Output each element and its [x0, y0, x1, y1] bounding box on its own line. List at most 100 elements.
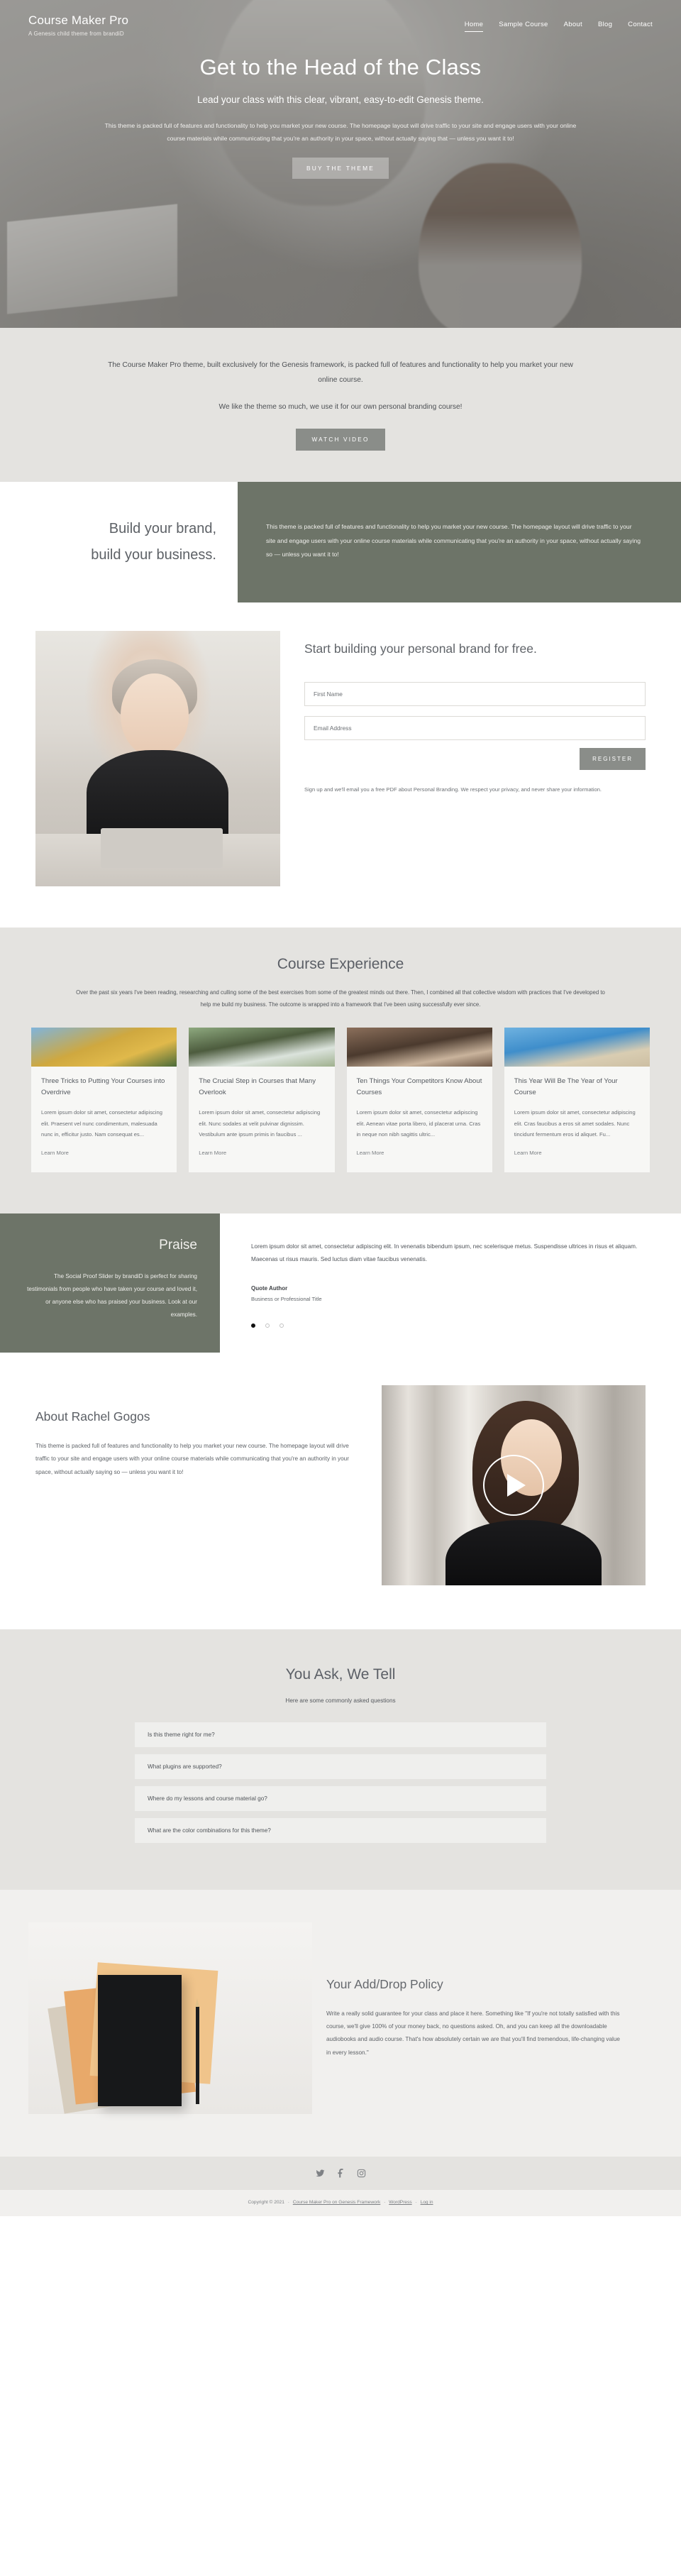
about-text-panel: About Rachel Gogos This theme is packed …: [35, 1385, 358, 1479]
brand-split-heading-panel: Build your brand, build your business.: [0, 482, 238, 602]
optin-form: Start building your personal brand for f…: [304, 631, 646, 886]
instagram-icon[interactable]: [356, 2168, 367, 2179]
copyright-bar: Copyright © 2021 · Course Maker Pro on G…: [0, 2189, 681, 2216]
brand-split-heading-line-one: Build your brand,: [109, 521, 216, 537]
faq-item[interactable]: What plugins are supported?: [135, 1754, 546, 1779]
policy-text-panel: Your Add/Drop Policy Write a really soli…: [326, 1977, 653, 2060]
course-card[interactable]: The Crucial Step in Courses that Many Ov…: [189, 1027, 335, 1172]
course-card-learn-more-link[interactable]: Learn More: [199, 1150, 226, 1156]
course-card-excerpt: Lorem ipsum dolor sit amet, consectetur …: [199, 1109, 321, 1138]
nav-item-blog[interactable]: Blog: [598, 21, 612, 32]
course-card-excerpt: Lorem ipsum dolor sit amet, consectetur …: [514, 1109, 636, 1138]
buy-the-theme-button[interactable]: BUY THE THEME: [292, 158, 389, 180]
faq-item[interactable]: What are the color combinations for this…: [135, 1817, 546, 1843]
policy-photo-notebook: [98, 1974, 182, 2106]
optin-photo-head: [121, 673, 189, 758]
nav-item-home[interactable]: Home: [464, 21, 484, 32]
course-card[interactable]: This Year Will Be The Year of Your Cours…: [504, 1027, 650, 1172]
optin-photo-laptop: [101, 828, 223, 869]
praise-heading: Praise: [159, 1237, 197, 1253]
main-navigation: Home Sample Course About Blog Contact: [464, 13, 653, 32]
hero-body-text: This theme is packed full of features an…: [104, 122, 577, 143]
course-card-body: Ten Things Your Competitors Know About C…: [347, 1067, 492, 1172]
play-icon[interactable]: [483, 1454, 544, 1516]
copyright-prefix: Copyright © 2021: [248, 2199, 284, 2205]
email-input[interactable]: [304, 715, 646, 740]
course-card-title: Ten Things Your Competitors Know About C…: [356, 1077, 482, 1096]
faq-item[interactable]: Is this theme right for me?: [135, 1722, 546, 1747]
policy-photo-pencil: [195, 1998, 199, 2104]
play-triangle-icon: [507, 1473, 526, 1497]
watch-video-button[interactable]: WATCH VIDEO: [296, 429, 385, 451]
optin-note: Sign up and we'll email you a free PDF a…: [304, 786, 602, 793]
intro-paragraph-two: We like the theme so much, we use it for…: [218, 402, 463, 411]
about-body: This theme is packed full of features an…: [35, 1442, 349, 1475]
brand-split-body-panel: This theme is packed full of features an…: [238, 482, 681, 603]
hero-subtitle: Lead your class with this clear, vibrant…: [197, 94, 484, 106]
about-video-thumbnail[interactable]: [382, 1385, 646, 1585]
course-card-excerpt: Lorem ipsum dolor sit amet, consectetur …: [41, 1109, 162, 1138]
nav-item-contact[interactable]: Contact: [628, 21, 653, 32]
nav-item-about[interactable]: About: [564, 21, 582, 32]
course-card-learn-more-link[interactable]: Learn More: [41, 1150, 69, 1156]
course-card-image: [31, 1027, 177, 1067]
policy-photo: [28, 1922, 312, 2114]
slider-dot-2[interactable]: [265, 1323, 270, 1328]
copyright-separator-three: ·: [415, 2199, 417, 2205]
copyright-wordpress-link[interactable]: WordPress: [389, 2200, 412, 2205]
faq-section: You Ask, We Tell Here are some commonly …: [0, 1629, 681, 1890]
course-card-learn-more-link[interactable]: Learn More: [357, 1150, 384, 1156]
register-row: REGISTER: [304, 747, 646, 770]
faq-item[interactable]: Where do my lessons and course material …: [135, 1785, 546, 1811]
course-experience-intro: Over the past six years I've been readin…: [76, 989, 605, 1008]
course-card-title: Three Tricks to Putting Your Courses int…: [41, 1077, 165, 1096]
social-links-bar: [0, 2156, 681, 2190]
intro-paragraph-one: The Course Maker Pro theme, built exclus…: [108, 361, 573, 385]
brand-split-heading: Build your brand, build your business.: [35, 516, 216, 568]
course-card-title: The Crucial Step in Courses that Many Ov…: [199, 1077, 316, 1096]
about-video-person-body: [445, 1519, 602, 1585]
faq-heading: You Ask, We Tell: [285, 1666, 396, 1683]
twitter-icon[interactable]: [315, 2168, 326, 2179]
testimonial-slider: Lorem ipsum dolor sit amet, consectetur …: [220, 1213, 681, 1353]
facebook-icon[interactable]: [336, 2168, 346, 2179]
optin-photo: [35, 631, 280, 887]
testimonial-slider-dots: [251, 1323, 638, 1328]
policy-heading: Your Add/Drop Policy: [326, 1976, 443, 1991]
policy-section: Your Add/Drop Policy Write a really soli…: [0, 1889, 681, 2157]
nav-item-sample-course[interactable]: Sample Course: [499, 21, 548, 32]
course-card-title: This Year Will Be The Year of Your Cours…: [514, 1077, 618, 1096]
copyright-separator-two: ·: [384, 2199, 386, 2205]
policy-body: Write a really solid guarantee for your …: [326, 2010, 620, 2056]
slider-dot-3[interactable]: [279, 1323, 284, 1328]
course-card-body: This Year Will Be The Year of Your Cours…: [504, 1067, 650, 1172]
hero-content: Get to the Head of the Class Lead your c…: [0, 37, 681, 180]
course-card[interactable]: Ten Things Your Competitors Know About C…: [346, 1027, 492, 1172]
course-card-learn-more-link[interactable]: Learn More: [514, 1150, 542, 1156]
brand-tagline: A Genesis child theme from brandiD: [28, 31, 124, 38]
praise-section: Praise The Social Proof Slider by brandi…: [0, 1213, 681, 1353]
testimonial-author: Quote Author: [251, 1284, 288, 1292]
course-card[interactable]: Three Tricks to Putting Your Courses int…: [31, 1027, 177, 1172]
course-card-image: [189, 1027, 335, 1067]
brand-title: Course Maker Pro: [28, 13, 129, 27]
copyright-separator-one: ·: [287, 2199, 289, 2205]
about-heading: About Rachel Gogos: [35, 1409, 150, 1424]
brand[interactable]: Course Maker Pro A Genesis child theme f…: [28, 13, 128, 37]
first-name-input[interactable]: [304, 681, 646, 706]
intro-section: The Course Maker Pro theme, built exclus…: [0, 328, 681, 483]
copyright-theme-link[interactable]: Course Maker Pro on Genesis Framework: [293, 2200, 381, 2205]
optin-heading: Start building your personal brand for f…: [304, 642, 537, 656]
course-experience-section: Course Experience Over the past six year…: [0, 928, 681, 1213]
praise-description: The Social Proof Slider by brandiD is pe…: [27, 1272, 197, 1318]
course-card-body: The Crucial Step in Courses that Many Ov…: [189, 1067, 334, 1172]
course-card-row: Three Tricks to Putting Your Courses int…: [0, 1011, 681, 1172]
course-experience-heading: Course Experience: [277, 956, 404, 973]
faq-subheading: Here are some commonly asked questions: [285, 1697, 396, 1704]
copyright-login-link[interactable]: Log in: [421, 2200, 433, 2205]
brand-split-body: This theme is packed full of features an…: [266, 523, 641, 558]
register-button[interactable]: REGISTER: [580, 747, 646, 770]
hero-title: Get to the Head of the Class: [199, 55, 482, 80]
slider-dot-1[interactable]: [251, 1323, 255, 1328]
course-card-image: [504, 1027, 650, 1067]
